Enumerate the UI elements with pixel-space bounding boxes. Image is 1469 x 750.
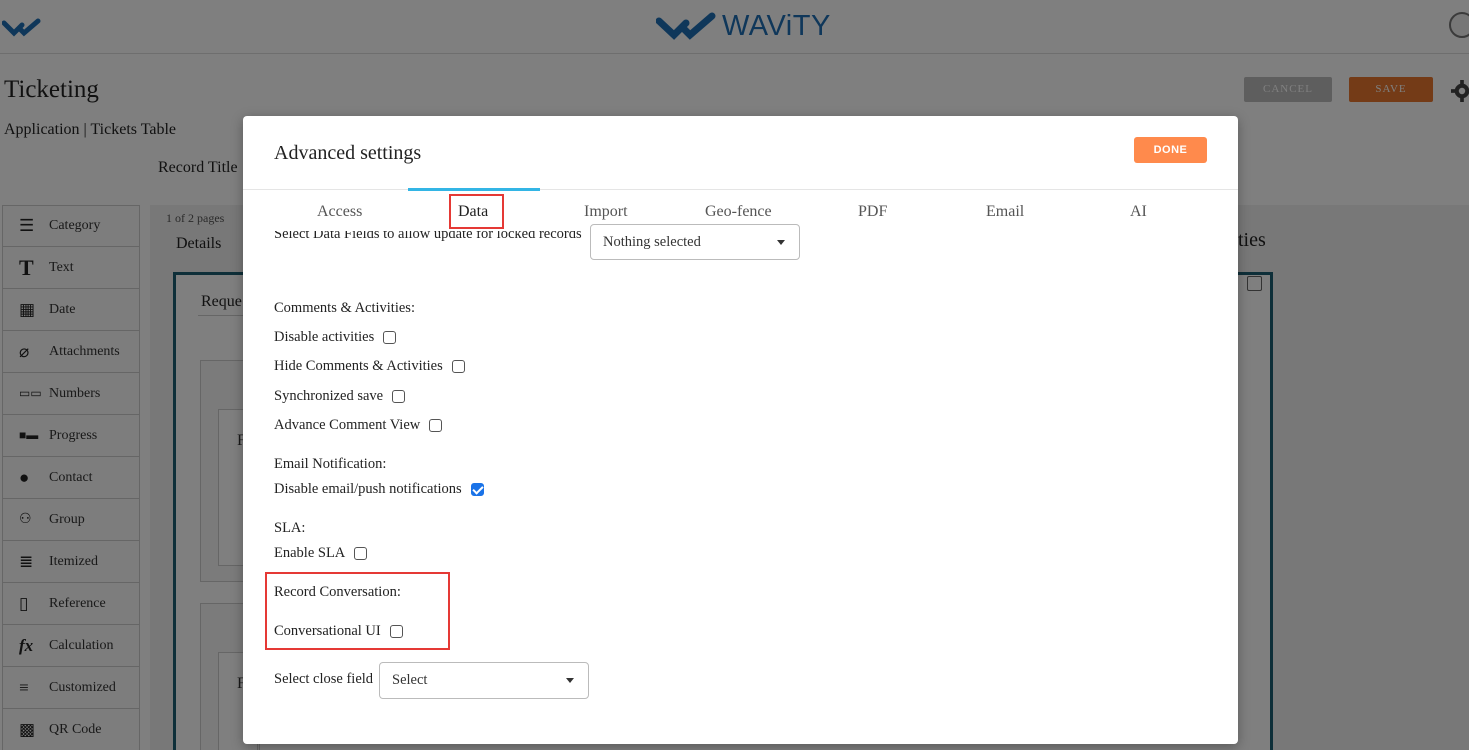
advance-comment-row: Advance Comment View xyxy=(274,417,443,434)
record-conversation-highlight xyxy=(265,572,450,650)
tab-pdf[interactable]: PDF xyxy=(858,203,887,221)
close-field-label: Select close field xyxy=(274,671,374,687)
disable-email-row: Disable email/push notifications xyxy=(274,481,484,498)
sla-section-heading: SLA: xyxy=(274,520,306,536)
data-tab-highlight xyxy=(449,194,504,229)
comments-section-heading: Comments & Activities: xyxy=(274,300,415,316)
tab-geo-fence[interactable]: Geo-fence xyxy=(705,203,772,221)
disable-email-label: Disable email/push notifications xyxy=(274,481,462,497)
enable-sla-checkbox[interactable] xyxy=(354,547,368,560)
tab-ai[interactable]: AI xyxy=(1130,203,1147,221)
hide-comments-row: Hide Comments & Activities xyxy=(274,358,465,375)
hide-comments-label: Hide Comments & Activities xyxy=(274,358,443,374)
locked-fields-select[interactable]: Nothing selected xyxy=(590,224,800,260)
chevron-down-icon xyxy=(777,240,785,245)
advance-comment-checkbox[interactable] xyxy=(429,419,443,432)
tab-email[interactable]: Email xyxy=(986,203,1024,221)
disable-activities-label: Disable activities xyxy=(274,329,375,345)
sync-save-checkbox[interactable] xyxy=(392,390,406,403)
tab-import[interactable]: Import xyxy=(584,203,628,221)
close-field-select[interactable]: Select xyxy=(379,662,589,699)
tab-access[interactable]: Access xyxy=(317,203,362,221)
modal-header: Advanced settings DONE xyxy=(243,116,1238,190)
chevron-down-icon xyxy=(566,678,574,683)
enable-sla-row: Enable SLA xyxy=(274,545,368,562)
locked-fields-value: Nothing selected xyxy=(603,234,701,250)
close-field-value: Select xyxy=(392,672,428,688)
disable-activities-checkbox[interactable] xyxy=(383,331,397,344)
advanced-settings-modal: Advanced settings DONE Access Data Impor… xyxy=(243,116,1238,744)
hide-comments-checkbox[interactable] xyxy=(451,360,465,373)
sync-save-row: Synchronized save xyxy=(274,388,406,405)
disable-email-checkbox[interactable] xyxy=(470,483,484,496)
sync-save-label: Synchronized save xyxy=(274,388,384,404)
advance-comment-label: Advance Comment View xyxy=(274,417,421,433)
modal-title: Advanced settings xyxy=(274,142,422,164)
done-button[interactable]: DONE xyxy=(1134,137,1207,163)
email-section-heading: Email Notification: xyxy=(274,456,387,472)
locked-fields-label: Select Data Fields to allow update for l… xyxy=(274,226,582,242)
disable-activities-row: Disable activities xyxy=(274,329,397,346)
tab-indicator xyxy=(408,188,540,191)
enable-sla-label: Enable SLA xyxy=(274,545,346,561)
